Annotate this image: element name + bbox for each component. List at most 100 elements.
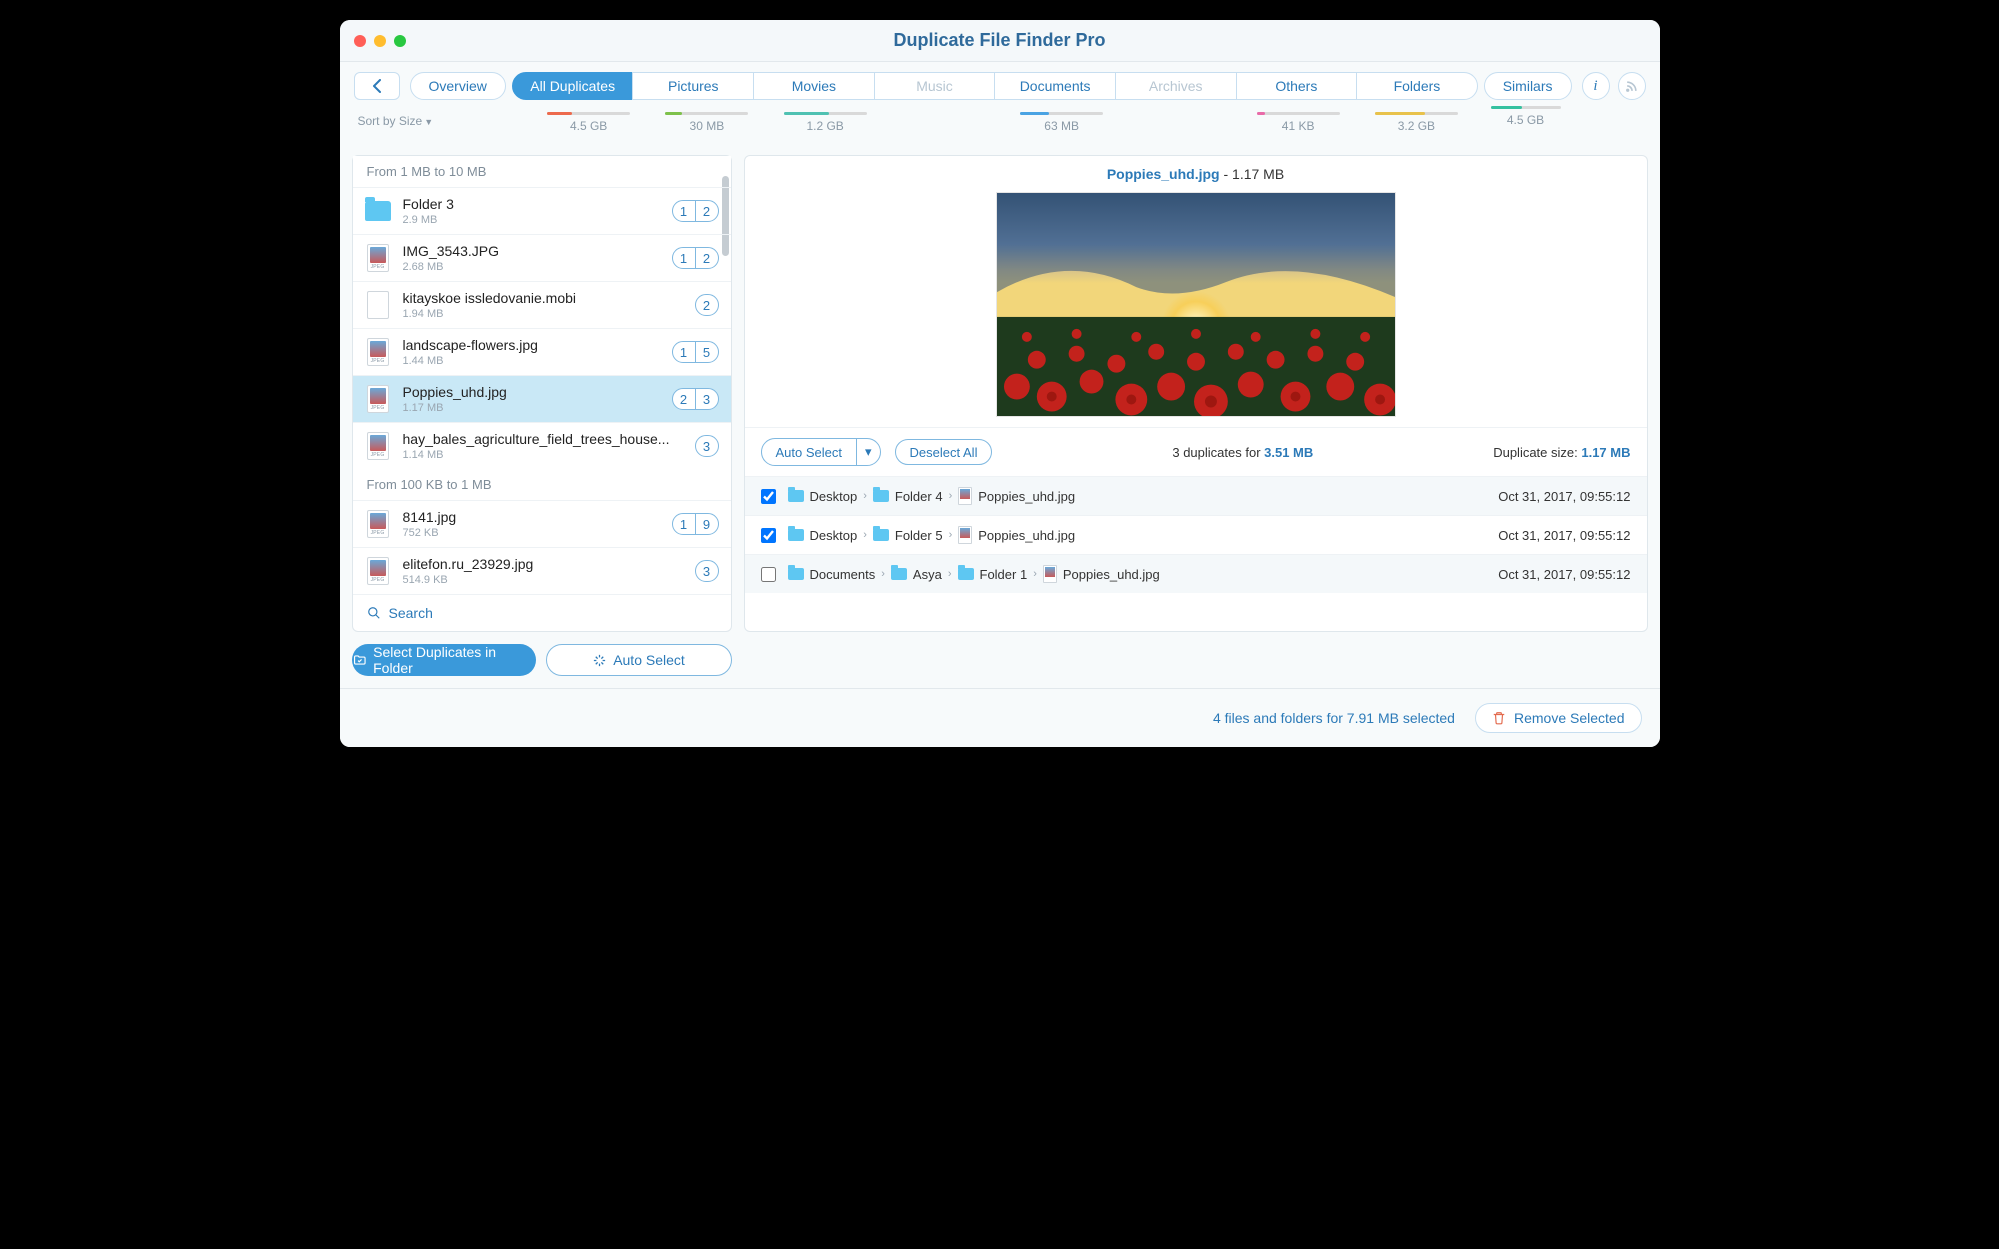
count-badges: 19: [672, 513, 719, 535]
file-row[interactable]: IMG_3543.JPG2.68 MB12: [353, 234, 731, 281]
category-tab[interactable]: Others: [1236, 72, 1358, 100]
select-duplicates-label: Select Duplicates in Folder: [373, 644, 535, 676]
select-checkbox[interactable]: [761, 567, 776, 582]
path-segment: Desktop: [810, 489, 858, 504]
overview-tab[interactable]: Overview: [410, 72, 506, 100]
chevron-right-icon: ›: [863, 529, 867, 541]
file-size: 1.44 MB: [403, 355, 664, 367]
chevron-right-icon: ›: [949, 490, 953, 502]
search-button[interactable]: Search: [353, 594, 731, 631]
auto-select-button[interactable]: Auto Select: [546, 644, 732, 676]
info-icon[interactable]: i: [1582, 72, 1610, 100]
count-badge: 3: [695, 435, 719, 457]
category-size: 3.2 GB: [1357, 106, 1475, 133]
category-tab[interactable]: Pictures: [632, 72, 754, 100]
close-window-icon[interactable]: [354, 35, 366, 47]
minimize-window-icon[interactable]: [374, 35, 386, 47]
search-icon: [367, 606, 381, 620]
chevron-right-icon: ›: [948, 568, 952, 580]
similars-tab[interactable]: Similars: [1484, 72, 1572, 100]
folder-icon: [873, 529, 889, 541]
rss-icon[interactable]: [1618, 72, 1646, 100]
file-row[interactable]: elitefon.ru_23929.jpg514.9 KB3: [353, 547, 731, 594]
main-content: From 1 MB to 10 MBFolder 32.9 MB12IMG_35…: [340, 143, 1660, 644]
toolbar: Overview All DuplicatesPicturesMoviesMus…: [340, 62, 1660, 100]
chevron-right-icon: ›: [881, 568, 885, 580]
category-size: 63 MB: [1003, 106, 1121, 133]
footer: 4 files and folders for 7.91 MB selected…: [340, 688, 1660, 747]
select-checkbox[interactable]: [761, 528, 776, 543]
file-name: 8141.jpg: [403, 509, 664, 525]
count-badge: 2: [695, 294, 719, 316]
chevron-right-icon: ›: [863, 490, 867, 502]
folder-icon: [365, 196, 391, 226]
back-button[interactable]: [354, 72, 400, 100]
folder-check-icon: [352, 653, 368, 667]
path-segment: Folder 1: [980, 567, 1028, 582]
app-window: Duplicate File Finder Pro Overview All D…: [340, 20, 1660, 747]
path-segment: Folder 4: [895, 489, 943, 504]
category-tab[interactable]: Movies: [753, 72, 875, 100]
zoom-window-icon[interactable]: [394, 35, 406, 47]
count-badge: 1: [672, 200, 696, 222]
count-badges: 12: [672, 247, 719, 269]
file-icon: [1043, 565, 1057, 583]
select-duplicates-in-folder-button[interactable]: Select Duplicates in Folder: [352, 644, 536, 676]
preview-title: Poppies_uhd.jpg - 1.17 MB: [745, 156, 1647, 192]
path-segment: Folder 5: [895, 528, 943, 543]
category-tab[interactable]: All Duplicates: [512, 72, 634, 100]
remove-selected-button[interactable]: Remove Selected: [1475, 703, 1642, 733]
folder-icon: [788, 529, 804, 541]
count-badge: 2: [695, 247, 719, 269]
category-tab[interactable]: Folders: [1356, 72, 1478, 100]
count-badges: 23: [672, 388, 719, 410]
file-icon: [365, 337, 391, 367]
list-group-header: From 100 KB to 1 MB: [353, 469, 731, 500]
file-name: Folder 3: [403, 196, 664, 212]
duplicate-row[interactable]: Desktop › Folder 5 › Poppies_uhd.jpgOct …: [745, 515, 1647, 554]
count-badge: 1: [672, 247, 696, 269]
sort-by-button[interactable]: Sort by Size▼: [354, 100, 524, 133]
file-row[interactable]: Folder 32.9 MB12: [353, 187, 731, 234]
file-row[interactable]: hay_bales_agriculture_field_trees_house.…: [353, 422, 731, 469]
file-name: IMG_3543.JPG: [403, 243, 664, 259]
preview-filesize: 1.17 MB: [1232, 166, 1284, 182]
file-name: elitefon.ru_23929.jpg: [403, 556, 687, 572]
folder-icon: [788, 568, 804, 580]
count-badges: 15: [672, 341, 719, 363]
file-row[interactable]: 8141.jpg752 KB19: [353, 500, 731, 547]
file-row[interactable]: landscape-flowers.jpg1.44 MB15: [353, 328, 731, 375]
path-segment: Poppies_uhd.jpg: [978, 528, 1075, 543]
duplicate-row[interactable]: Documents › Asya › Folder 1 › Poppies_uh…: [745, 554, 1647, 593]
path-segment: Asya: [913, 567, 942, 582]
auto-select-dropdown[interactable]: Auto Select ▾: [761, 438, 881, 466]
file-row[interactable]: Poppies_uhd.jpg1.17 MB23: [353, 375, 731, 422]
duplicate-size: Duplicate size: 1.17 MB: [1493, 445, 1630, 460]
modified-date: Oct 31, 2017, 09:55:12: [1498, 489, 1630, 504]
sort-by-label: Sort by Size: [358, 114, 423, 128]
count-badge: 3: [695, 388, 719, 410]
count-badge: 2: [695, 200, 719, 222]
count-badges: 3: [695, 435, 719, 457]
deselect-all-button[interactable]: Deselect All: [895, 439, 993, 465]
duplicate-row[interactable]: Desktop › Folder 4 › Poppies_uhd.jpgOct …: [745, 476, 1647, 515]
count-badge: 2: [672, 388, 696, 410]
file-row[interactable]: kitayskoe issledovanie.mobi1.94 MB2: [353, 281, 731, 328]
duplicate-summary: 3 duplicates for 3.51 MB: [1006, 445, 1479, 460]
preview-filename: Poppies_uhd.jpg: [1107, 166, 1220, 182]
file-icon: [365, 431, 391, 461]
count-badges: 12: [672, 200, 719, 222]
file-list[interactable]: From 1 MB to 10 MBFolder 32.9 MB12IMG_35…: [353, 156, 731, 594]
file-icon: [958, 526, 972, 544]
select-checkbox[interactable]: [761, 489, 776, 504]
window-controls: [354, 35, 406, 47]
chevron-down-icon: ▼: [424, 117, 433, 127]
chevron-right-icon: ›: [1033, 568, 1037, 580]
category-tab: Music: [874, 72, 996, 100]
file-name: kitayskoe issledovanie.mobi: [403, 290, 687, 306]
category-size: 1.2 GB: [766, 106, 884, 133]
breadcrumb: Desktop › Folder 4 › Poppies_uhd.jpg: [788, 487, 1499, 505]
category-tab[interactable]: Documents: [994, 72, 1116, 100]
category-tab: Archives: [1115, 72, 1237, 100]
count-badge: 1: [672, 341, 696, 363]
